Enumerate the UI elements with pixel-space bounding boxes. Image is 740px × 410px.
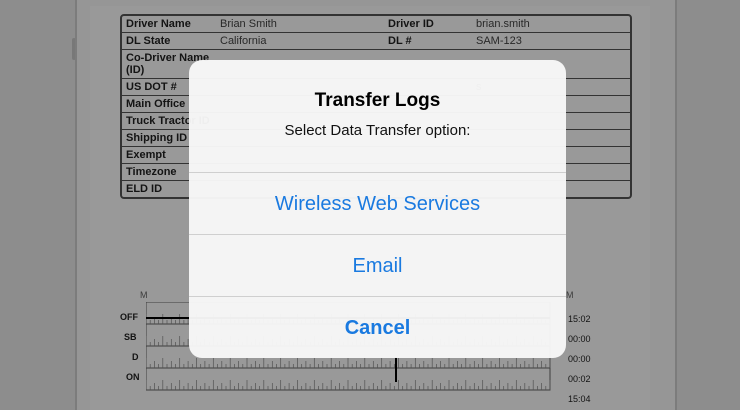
cancel-button[interactable]: Cancel <box>189 296 566 358</box>
alert-title: Transfer Logs <box>314 90 441 111</box>
alert-message: Select Data Transfer option: <box>284 122 471 139</box>
email-button[interactable]: Email <box>189 234 566 297</box>
wireless-web-services-button[interactable]: Wireless Web Services <box>189 172 566 235</box>
transfer-logs-alert: Transfer Logs Select Data Transfer optio… <box>189 60 566 358</box>
